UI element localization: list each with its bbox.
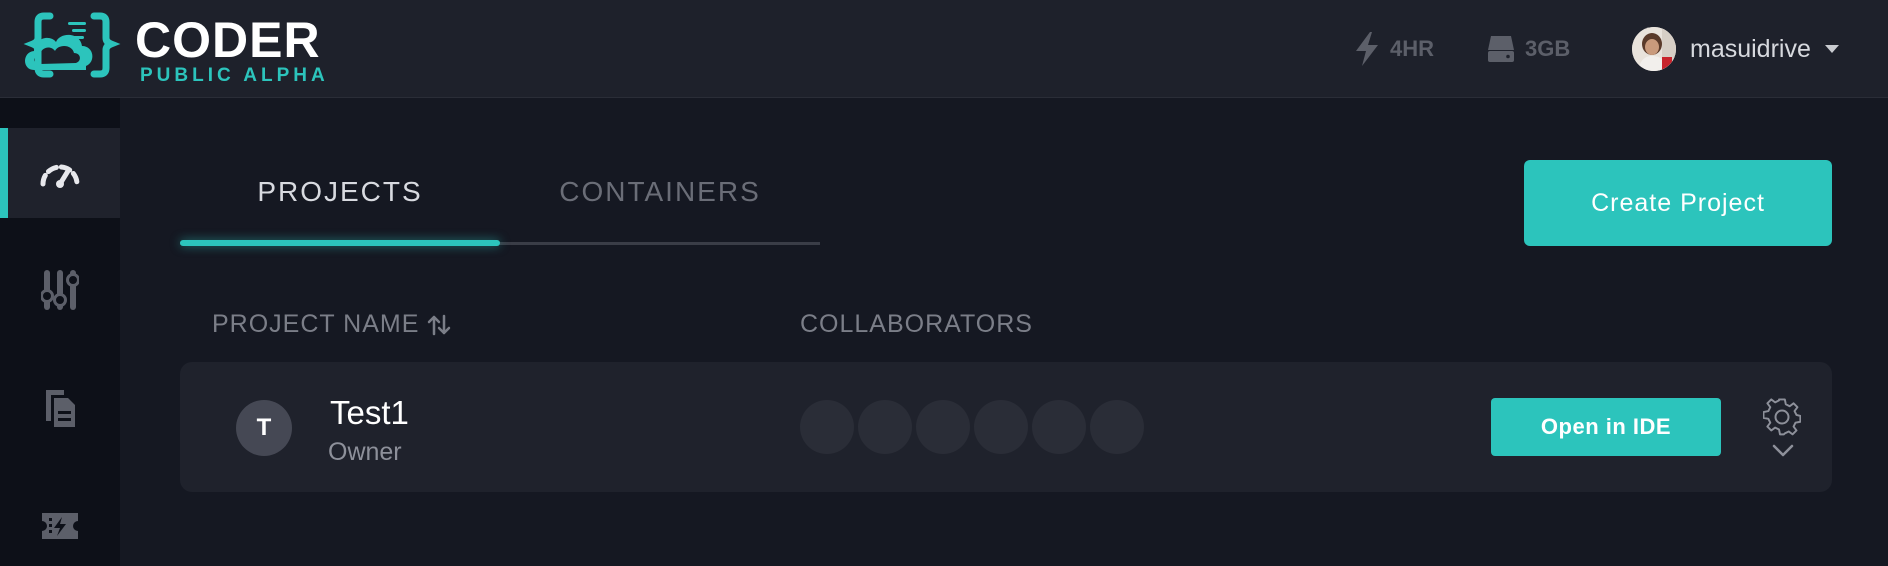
brand-logo[interactable]: CODER PUBLIC ALPHA (20, 8, 350, 88)
project-role: Owner (328, 438, 402, 466)
drive-icon (1488, 36, 1514, 62)
sidebar-item-settings[interactable] (0, 245, 120, 335)
column-header-project-name-label: PROJECT NAME (212, 310, 420, 338)
brand-tagline: PUBLIC ALPHA (140, 65, 329, 86)
sort-arrows-icon[interactable] (427, 314, 451, 336)
chevron-down-icon[interactable] (1772, 444, 1794, 458)
table-row[interactable]: T Test1 Owner Open in IDE (180, 362, 1832, 492)
tab-bar: PROJECTS CONTAINERS (180, 150, 820, 246)
column-header-collaborators: COLLABORATORS (800, 310, 1033, 338)
user-avatar-photo-icon (1632, 27, 1676, 71)
sliders-icon (41, 270, 79, 310)
collaborator-avatar-placeholder (800, 400, 854, 454)
collaborator-avatar-placeholder (1032, 400, 1086, 454)
avatar[interactable] (1632, 27, 1676, 71)
ticket-lightning-icon (42, 513, 78, 539)
open-in-ide-button[interactable]: Open in IDE (1491, 398, 1721, 456)
sidebar-item-dashboard[interactable] (0, 128, 120, 218)
time-quota[interactable]: 4HR (1354, 32, 1434, 66)
create-project-button[interactable]: Create Project (1524, 160, 1832, 246)
top-bar: CODER PUBLIC ALPHA 4HR 3GB masuidrive (0, 0, 1888, 98)
collaborator-avatar-placeholder (1090, 400, 1144, 454)
brand-name: CODER (135, 12, 321, 68)
time-quota-label: 4HR (1390, 36, 1435, 61)
disk-quota[interactable]: 3GB (1487, 32, 1570, 66)
username: masuidrive (1690, 34, 1811, 63)
sidebar-item-documents[interactable] (0, 363, 120, 453)
sidebar (0, 98, 120, 566)
lightning-icon (1356, 32, 1378, 66)
column-header-project-name[interactable]: PROJECT NAME (212, 310, 451, 339)
project-name[interactable]: Test1 (330, 394, 409, 432)
collaborator-avatar-placeholder (916, 400, 970, 454)
documents-icon (46, 390, 75, 427)
caret-down-icon[interactable] (1824, 45, 1839, 53)
collaborator-avatar-placeholder (858, 400, 912, 454)
disk-quota-label: 3GB (1525, 36, 1571, 61)
sidebar-item-tickets[interactable] (0, 481, 120, 566)
tab-projects[interactable]: PROJECTS (180, 176, 500, 216)
project-avatar: T (236, 400, 292, 456)
active-tab-indicator (180, 240, 500, 246)
tab-containers[interactable]: CONTAINERS (500, 176, 820, 216)
dashboard-gauge-icon (40, 164, 80, 188)
cloud-braces-logo-icon (23, 12, 121, 78)
collaborator-list (800, 400, 1148, 454)
collaborator-avatar-placeholder (974, 400, 1028, 454)
user-menu[interactable]: masuidrive (1632, 26, 1839, 72)
gear-icon[interactable] (1763, 398, 1801, 436)
